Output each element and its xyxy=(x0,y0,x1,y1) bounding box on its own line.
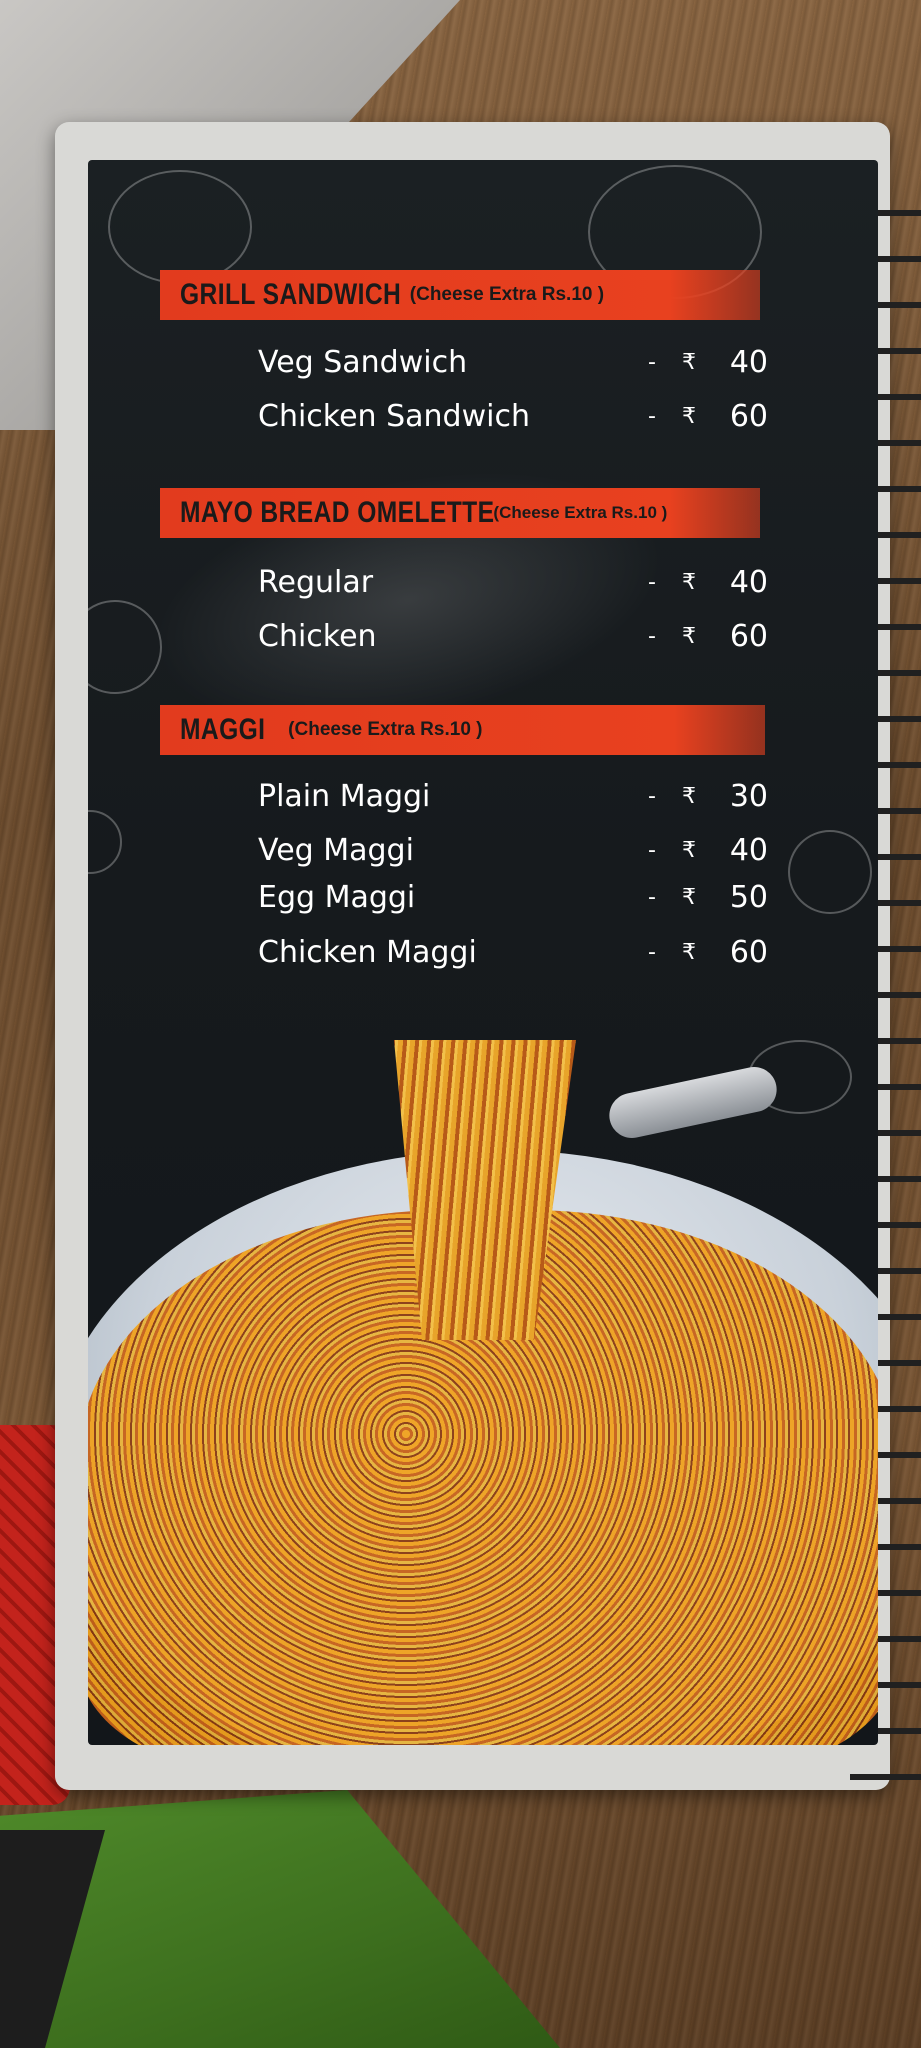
item-dash: - xyxy=(648,349,656,375)
item-name: Regular xyxy=(258,564,374,600)
rupee-symbol: ₹ xyxy=(682,569,696,595)
item-dash: - xyxy=(648,783,656,809)
menu-item: Veg Maggi - ₹ 40 xyxy=(258,828,768,872)
item-name: Chicken Sandwich xyxy=(258,398,530,434)
menu-item: Plain Maggi - ₹ 30 xyxy=(258,774,768,818)
item-name: Chicken xyxy=(258,618,377,654)
rupee-symbol: ₹ xyxy=(682,939,696,965)
item-name: Plain Maggi xyxy=(258,778,431,814)
item-name: Veg Maggi xyxy=(258,832,414,868)
maggi-photo xyxy=(88,1040,878,1745)
menu-item: Chicken - ₹ 60 xyxy=(258,614,768,658)
section-title: MAGGI xyxy=(180,713,266,746)
section-title: MAYO BREAD OMELETTE xyxy=(180,496,495,529)
section-header-grill-sandwich: GRILL SANDWICH (Cheese Extra Rs.10 ) xyxy=(160,270,760,320)
rupee-symbol: ₹ xyxy=(682,349,696,375)
item-price: 30 xyxy=(729,778,768,814)
item-price: 40 xyxy=(729,564,768,600)
tomato-doodle xyxy=(108,170,252,284)
item-price: 50 xyxy=(729,879,768,915)
rupee-symbol: ₹ xyxy=(682,403,696,429)
item-dash: - xyxy=(648,623,656,649)
menu-item: Chicken Maggi - ₹ 60 xyxy=(258,930,768,974)
section-note: (Cheese Extra Rs.10 ) xyxy=(493,503,668,522)
rupee-symbol: ₹ xyxy=(682,837,696,863)
menu-item: Egg Maggi - ₹ 50 xyxy=(258,875,768,919)
item-dash: - xyxy=(648,403,656,429)
item-name: Egg Maggi xyxy=(258,879,416,915)
menu-item: Chicken Sandwich - ₹ 60 xyxy=(258,394,768,438)
menu-item: Regular - ₹ 40 xyxy=(258,560,768,604)
item-name: Veg Sandwich xyxy=(258,344,468,380)
rupee-symbol: ₹ xyxy=(682,783,696,809)
section-title: GRILL SANDWICH xyxy=(180,278,402,311)
section-note: (Cheese Extra Rs.10 ) xyxy=(409,284,605,305)
section-header-mayo-bread-omelette: MAYO BREAD OMELETTE (Cheese Extra Rs.10 … xyxy=(160,488,760,538)
lemon-doodle xyxy=(788,830,872,914)
item-price: 60 xyxy=(729,618,768,654)
section-header-maggi: MAGGI (Cheese Extra Rs.10 ) xyxy=(160,705,765,755)
onion-doodle xyxy=(88,810,122,874)
item-dash: - xyxy=(648,939,656,965)
item-dash: - xyxy=(648,569,656,595)
item-dash: - xyxy=(648,884,656,910)
rupee-symbol: ₹ xyxy=(682,623,696,649)
item-price: 40 xyxy=(729,344,768,380)
item-name: Chicken Maggi xyxy=(258,934,477,970)
item-price: 60 xyxy=(729,934,768,970)
item-price: 40 xyxy=(729,832,768,868)
rupee-symbol: ₹ xyxy=(682,884,696,910)
fork xyxy=(605,1062,781,1143)
item-price: 60 xyxy=(729,398,768,434)
section-note: (Cheese Extra Rs.10 ) xyxy=(288,719,483,740)
menu-item: Veg Sandwich - ₹ 40 xyxy=(258,340,768,384)
item-dash: - xyxy=(648,837,656,863)
